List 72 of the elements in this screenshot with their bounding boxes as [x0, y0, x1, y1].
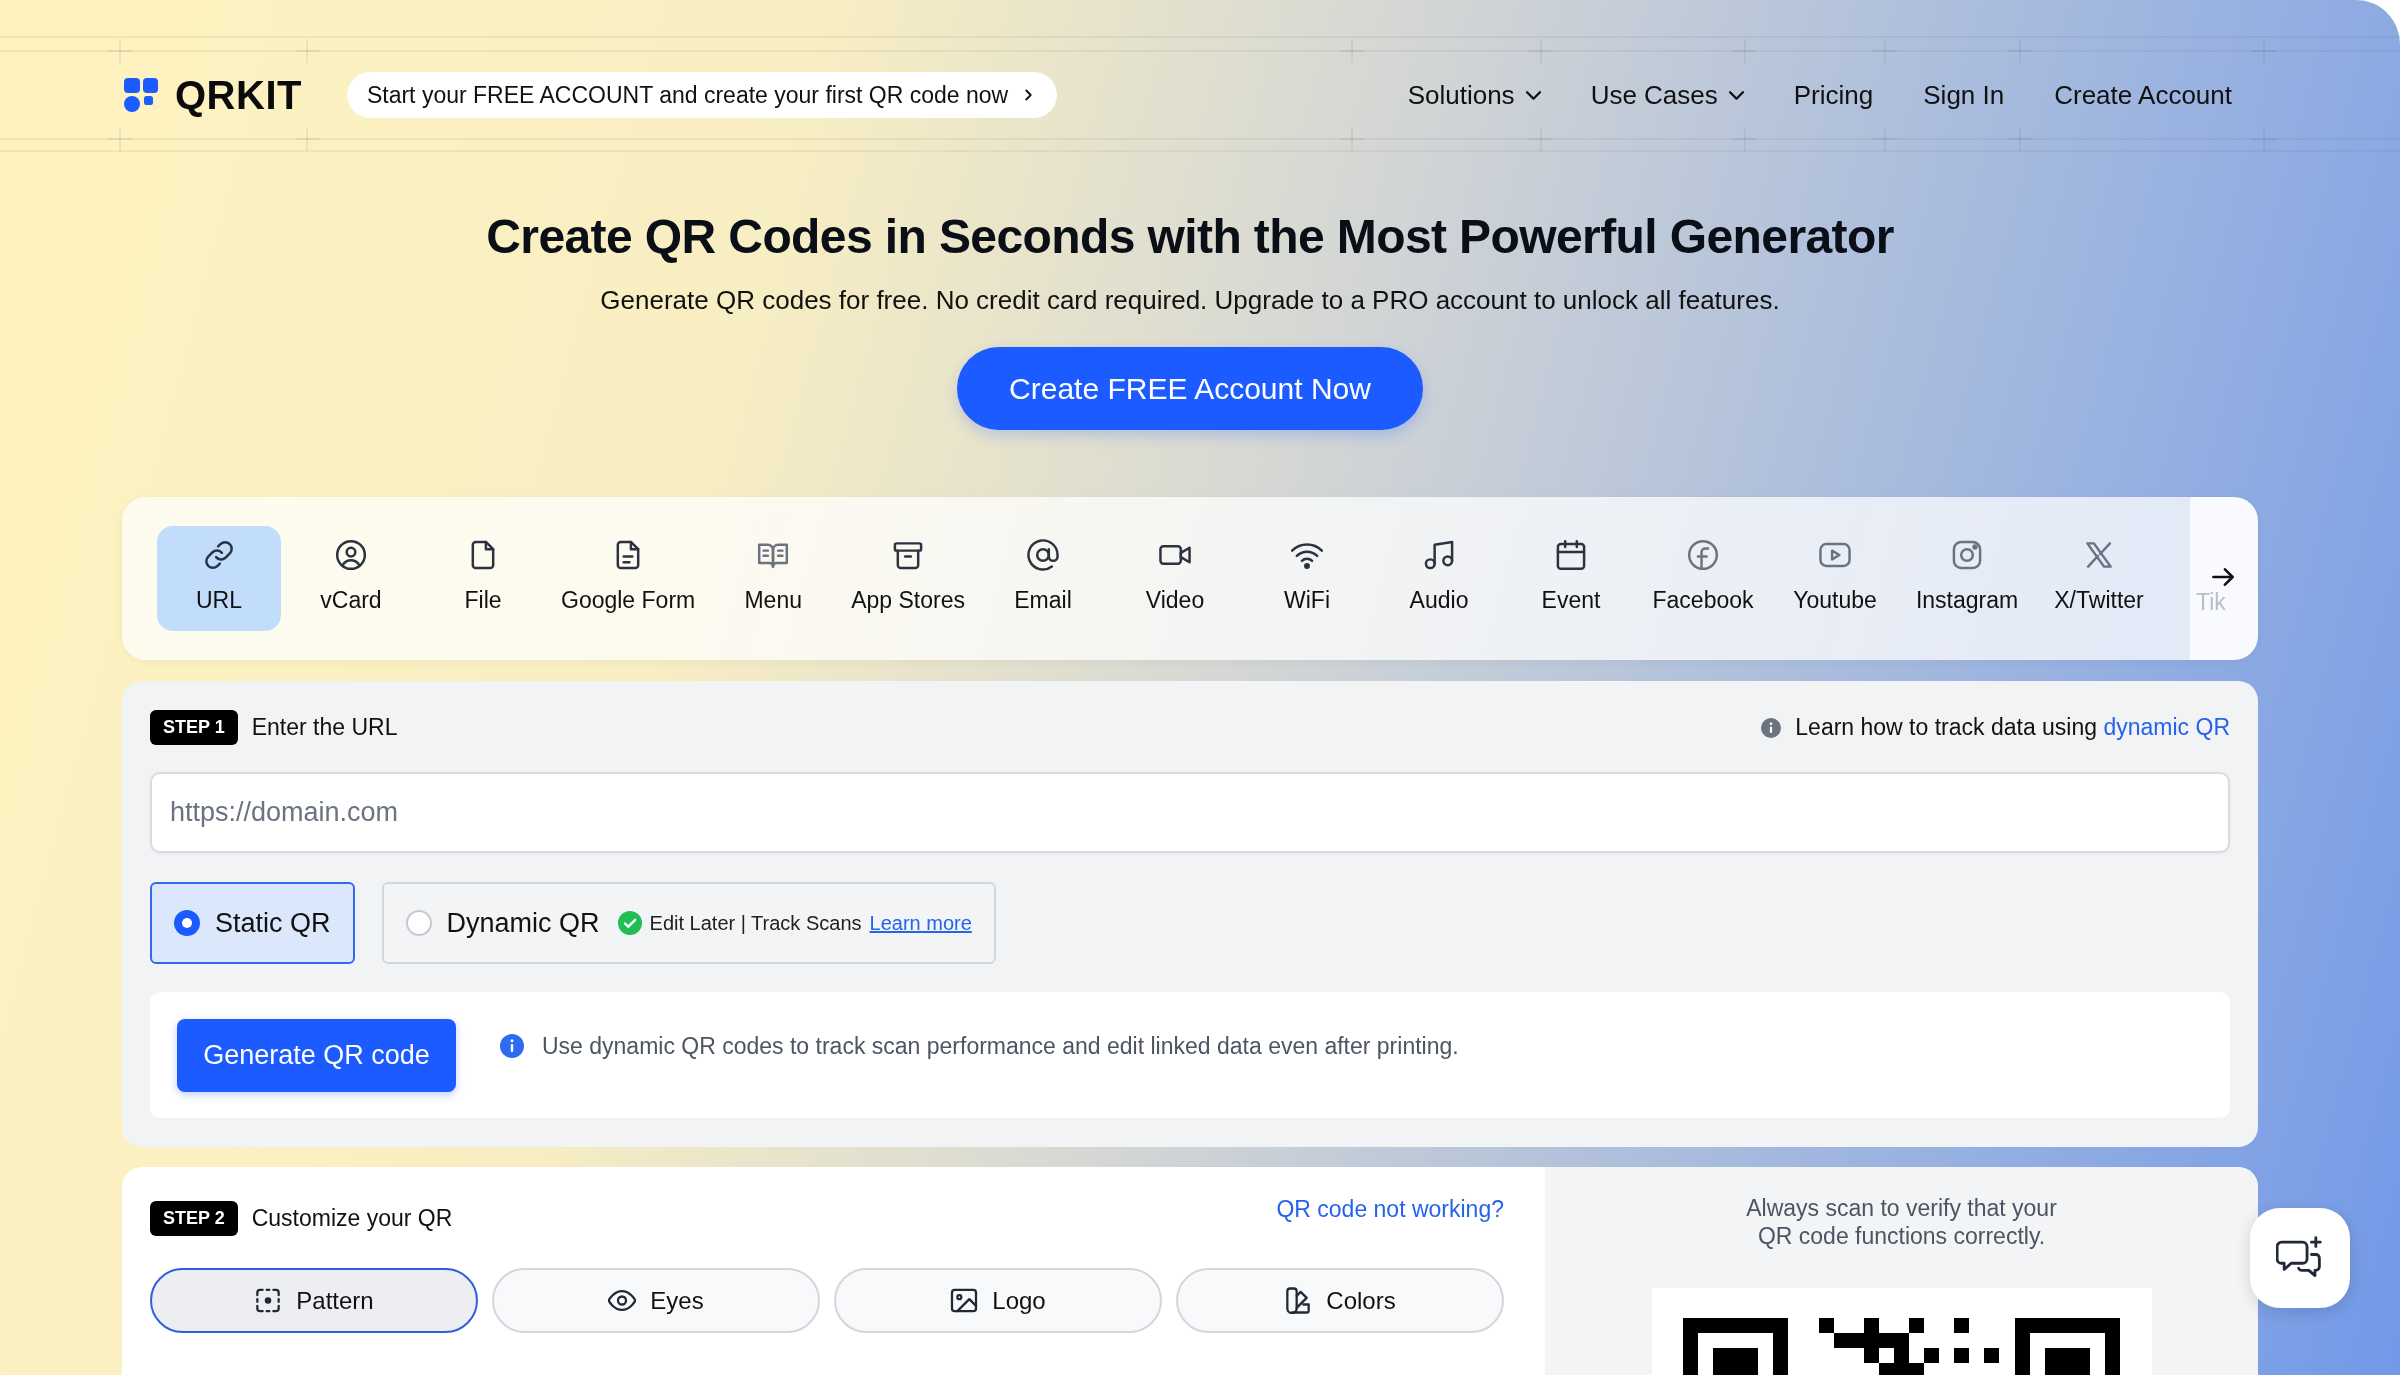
radio-icon[interactable]: [174, 910, 200, 936]
tip-text: Use dynamic QR codes to track scan performance and edit linked data even after printing.: [542, 1032, 1459, 1060]
dynamic-qr-link[interactable]: dynamic QR: [2103, 714, 2230, 740]
customize-tab[interactable]: Eyes: [492, 1268, 820, 1333]
music-note-icon: [1423, 539, 1455, 571]
info-icon: [1761, 717, 1782, 738]
qr-type-tab[interactable]: Google Form: [553, 526, 704, 631]
nav-link[interactable]: Use Cases: [1590, 79, 1744, 111]
mode-option[interactable]: Dynamic QR Edit Later | Track Scans Learn more: [381, 882, 996, 964]
facebook-icon: [1687, 539, 1719, 571]
chevron-down-icon: [1525, 90, 1541, 100]
step-title: Enter the URL: [251, 714, 398, 741]
instagram-icon: [1951, 539, 1983, 571]
user-circle-icon: [335, 539, 367, 571]
url-input[interactable]: https://domain.com: [150, 772, 2230, 853]
scroll-right-button[interactable]: [2212, 568, 2234, 586]
arrow-right-icon: [2212, 568, 2234, 586]
generate-button[interactable]: Generate QR code: [177, 1018, 456, 1092]
dashed-frame-icon: [254, 1287, 283, 1314]
customize-tab[interactable]: Pattern: [150, 1268, 478, 1333]
preview-note: Always scan to verify that your QR code functions correctly.: [1745, 1194, 2058, 1250]
qr-type-tab[interactable]: Facebook: [1641, 526, 1765, 631]
qr-type-tab[interactable]: WiFi: [1245, 526, 1369, 631]
eye-icon: [608, 1287, 637, 1314]
chevron-down-icon: [1728, 90, 1744, 100]
qr-help-link[interactable]: QR code not working?: [1276, 1196, 1504, 1223]
qr-type-tab[interactable]: Video: [1113, 526, 1237, 631]
learn-more-link[interactable]: Learn more: [869, 911, 972, 935]
mode-label: Static QR: [215, 907, 331, 939]
qr-type-tab[interactable]: Instagram: [1905, 526, 2029, 631]
create-account-button[interactable]: Create FREE Account Now: [957, 347, 1423, 430]
promo-link[interactable]: Start your FREE ACCOUNT and create your first QR code now: [346, 72, 1058, 118]
at-sign-icon: [1027, 539, 1059, 571]
link-icon: [203, 539, 235, 571]
nav-link[interactable]: Create Account: [2054, 79, 2232, 111]
check-circle-icon: [617, 911, 642, 935]
qr-type-tab[interactable]: Menu: [711, 526, 836, 631]
archive-box-icon: [892, 539, 925, 571]
calendar-icon: [1555, 539, 1587, 571]
mode-label: Dynamic QR: [446, 907, 600, 939]
qr-type-tab[interactable]: Event: [1509, 526, 1633, 631]
radio-icon[interactable]: [405, 910, 432, 936]
chat-button[interactable]: [2250, 1208, 2350, 1308]
logo-text: QRKIT: [175, 75, 302, 115]
help-text: Learn how to track data using dynamic QR: [1795, 714, 2230, 741]
qr-type-tab[interactable]: vCard: [289, 526, 413, 631]
nav-link[interactable]: Solutions: [1407, 79, 1541, 111]
customize-tab[interactable]: Logo: [834, 1268, 1162, 1333]
qr-type-tab[interactable]: Youtube: [1773, 526, 1897, 631]
nav-link[interactable]: Sign In: [1923, 79, 2005, 111]
image-icon: [950, 1287, 979, 1314]
hero-subtitle: Generate QR codes for free. No credit card required. Upgrade to a PRO account to unlock all features.: [600, 284, 1780, 317]
mode-option[interactable]: Static QR: [150, 882, 355, 964]
chevron-right-icon: [1024, 88, 1034, 102]
info-icon: [500, 1034, 524, 1058]
qr-type-tab[interactable]: URL: [157, 526, 281, 631]
customize-tab[interactable]: Colors: [1176, 1268, 1504, 1333]
step-badge: STEP 1: [150, 710, 238, 745]
nav-link[interactable]: Pricing: [1793, 79, 1874, 111]
qr-type-tab[interactable]: File: [421, 526, 545, 631]
qr-type-tab[interactable]: Audio: [1377, 526, 1501, 631]
hero-title: Create QR Codes in Seconds with the Most Powerful Generator: [486, 209, 1894, 265]
chat-bubbles-icon: [2276, 1236, 2324, 1280]
x-logo-icon: [2083, 539, 2115, 571]
qr-type-tab[interactable]: Email: [981, 526, 1105, 631]
qr-type-tab[interactable]: App Stores: [843, 526, 973, 631]
step-title: Customize your QR: [251, 1205, 453, 1232]
logo-icon[interactable]: [124, 78, 160, 112]
step-badge: STEP 2: [150, 1201, 238, 1236]
qr-type-tab[interactable]: X/Twitter: [2037, 526, 2161, 631]
perk-text: Edit Later | Track Scans: [649, 911, 862, 935]
color-swatch-icon: [1284, 1287, 1313, 1314]
